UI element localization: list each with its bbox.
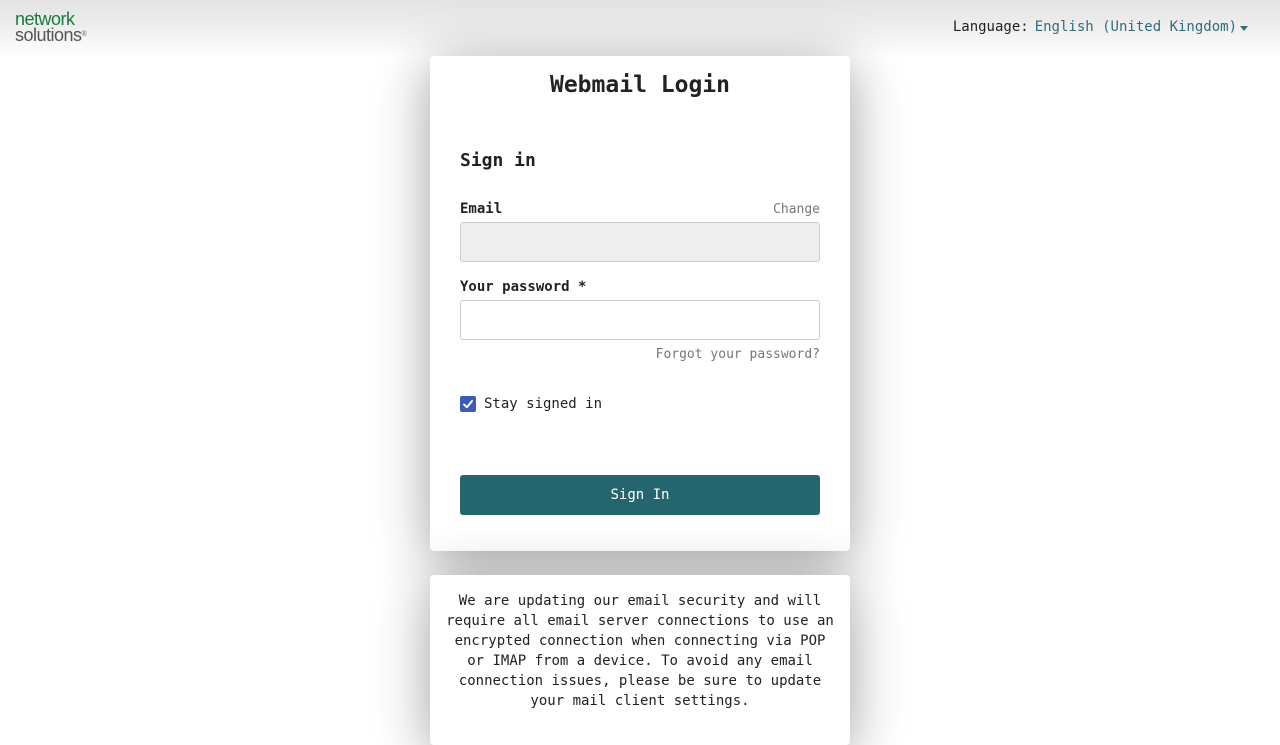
security-notice-text: We are updating our email security and w…: [446, 593, 834, 709]
page-title: Webmail Login: [549, 72, 730, 98]
email-label: Email: [460, 201, 503, 217]
sign-in-button[interactable]: Sign In: [460, 475, 820, 515]
stay-signed-in-checkbox[interactable]: [460, 396, 476, 412]
sign-in-heading: Sign in: [460, 150, 536, 171]
top-bar: network solutions® Language: English (Un…: [0, 0, 1280, 56]
logo-line2: solutions®: [15, 25, 87, 45]
change-email-link[interactable]: Change: [773, 202, 820, 217]
language-value[interactable]: English (United Kingdom): [1035, 19, 1237, 35]
password-field[interactable]: [460, 300, 820, 340]
language-label: Language:: [952, 19, 1029, 35]
forgot-password-link[interactable]: Forgot your password?: [656, 347, 820, 362]
network-solutions-logo[interactable]: network solutions®: [15, 10, 87, 45]
stay-signed-in-label: Stay signed in: [484, 396, 603, 412]
password-label: Your password *: [460, 279, 587, 295]
stay-signed-in[interactable]: Stay signed in: [460, 396, 602, 412]
chevron-down-icon[interactable]: [1240, 25, 1248, 31]
login-card: Webmail Login Sign in Email Change Your …: [430, 56, 850, 551]
language-selector[interactable]: Language: English (United Kingdom): [953, 19, 1248, 35]
checkmark-icon: [463, 400, 473, 409]
email-field[interactable]: [460, 222, 820, 262]
